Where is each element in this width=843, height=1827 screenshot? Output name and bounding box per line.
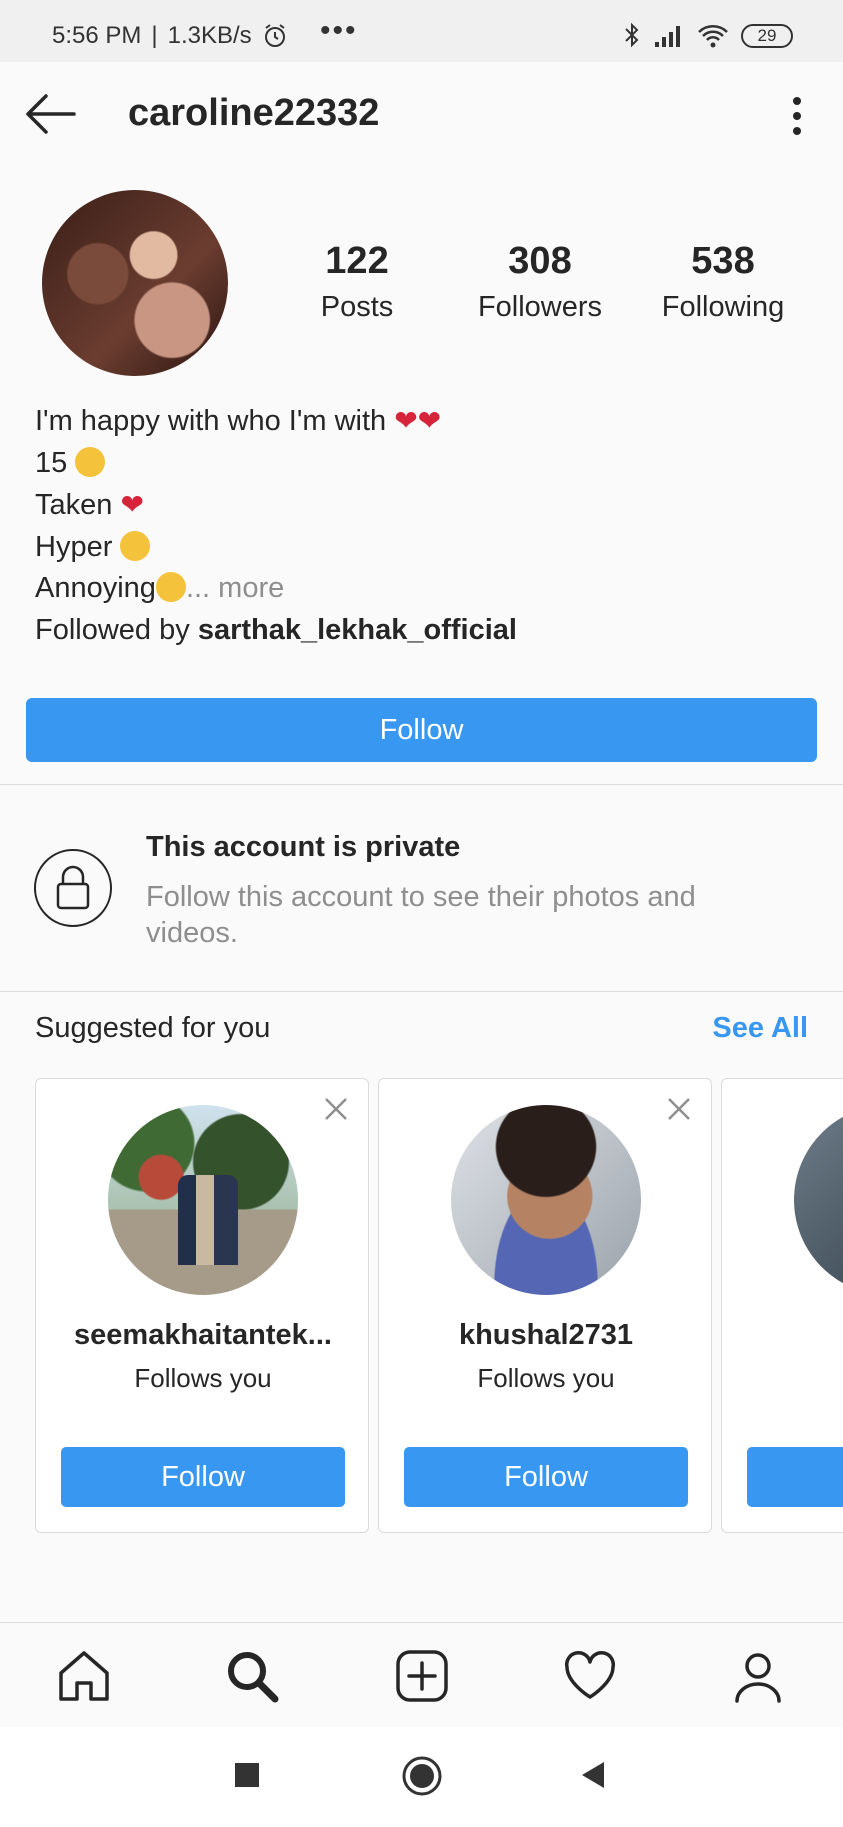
private-account-notice: This account is private Follow this acco… — [0, 785, 843, 991]
see-all-link[interactable]: See All — [712, 1012, 808, 1045]
alarm-icon — [264, 24, 285, 47]
bio-line-5: Annoying — [35, 572, 156, 604]
bio-line: Annoying ... more — [35, 568, 517, 610]
stat-following-label: Following — [661, 291, 785, 323]
profile-icon[interactable] — [729, 1647, 787, 1705]
profile-bio: I'm happy with who I'm with ❤❤ 15 Taken … — [35, 400, 517, 651]
profile-avatar[interactable] — [42, 190, 228, 376]
two-hearts-emoji-icon: ❤❤ — [394, 405, 442, 436]
profile-username: caroline22332 — [128, 92, 380, 134]
stat-posts-value: 122 — [325, 240, 389, 282]
dismiss-close-icon[interactable] — [322, 1095, 350, 1123]
profile-header: caroline22332 — [0, 62, 843, 166]
status-bar: 5:56 PM | 1.3KB/s ••• 29 — [0, 0, 843, 62]
bottom-navigation — [0, 1622, 843, 1726]
suggested-title: Suggested for you — [35, 1012, 271, 1044]
suggestion-card[interactable]: khushal2731 Follows you Follow — [378, 1078, 712, 1533]
suggestion-username[interactable]: seemakhaitantek... — [36, 1319, 368, 1352]
bio-line-4: Hyper — [35, 530, 113, 563]
dismiss-close-icon[interactable] — [665, 1095, 693, 1123]
stat-following-value: 538 — [691, 240, 755, 282]
bio-line: Hyper — [35, 527, 517, 569]
suggestion-card[interactable]: seemakhaitantek... Follows you Follow — [35, 1078, 369, 1533]
status-time: 5:56 PM — [52, 22, 142, 49]
suggestion-follow-button[interactable]: Follow — [61, 1447, 345, 1507]
stat-following[interactable]: 538 Following — [648, 240, 798, 324]
stat-followers-label: Followers — [477, 291, 603, 323]
bio-line-3: Taken — [35, 489, 113, 521]
suggestion-carousel[interactable]: seemakhaitantek... Follows you Follow kh… — [35, 1078, 843, 1533]
eye-roll-emoji-icon — [120, 530, 151, 561]
suggestion-card-partial[interactable]: riya Fo — [721, 1078, 843, 1533]
back-triangle-icon[interactable] — [578, 1760, 608, 1790]
bio-line-1: I'm happy with who I'm with — [35, 405, 387, 437]
status-left: 5:56 PM | 1.3KB/s — [52, 22, 288, 50]
recents-square-icon[interactable] — [232, 1760, 262, 1790]
bio-more-link[interactable]: ... more — [186, 572, 284, 604]
suggestion-follow-button[interactable]: Follow — [404, 1447, 688, 1507]
bio-line: Taken ❤ — [35, 484, 517, 527]
followed-by[interactable]: Followed by sarthak_lekhak_official — [35, 610, 517, 652]
followed-by-user[interactable]: sarthak_lekhak_official — [198, 614, 517, 646]
follow-button[interactable]: Follow — [26, 698, 817, 762]
search-icon[interactable] — [223, 1647, 281, 1705]
wifi-icon — [698, 25, 728, 48]
private-subtitle: Follow this account to see their photos … — [146, 881, 696, 949]
divider — [0, 991, 843, 992]
suggestion-avatar[interactable] — [794, 1105, 843, 1295]
system-navigation-bar — [0, 1727, 843, 1827]
stat-posts-label: Posts — [320, 291, 394, 323]
suggestion-username[interactable]: khushal2731 — [379, 1319, 711, 1352]
suggestion-follow-button[interactable] — [747, 1447, 843, 1507]
kiss-face-emoji-icon — [75, 446, 106, 477]
back-arrow-icon[interactable] — [22, 90, 78, 138]
suggestion-username[interactable]: riya — [722, 1319, 843, 1352]
lock-icon — [34, 849, 112, 927]
private-title: This account is private — [146, 831, 461, 863]
pleading-face-emoji-icon — [155, 572, 186, 602]
battery-indicator: 29 — [741, 24, 793, 48]
status-net-speed: 1.3KB/s — [167, 22, 252, 49]
home-icon[interactable] — [55, 1647, 113, 1705]
suggestion-subtitle: Fo — [722, 1363, 843, 1394]
heart-icon[interactable] — [561, 1647, 619, 1705]
suggestion-avatar[interactable] — [451, 1105, 641, 1295]
signal-icon — [655, 26, 680, 47]
status-separator: | — [151, 22, 158, 49]
bio-line: 15 — [35, 443, 517, 485]
stat-followers[interactable]: 308 Followers — [465, 240, 615, 324]
suggestion-subtitle: Follows you — [477, 1363, 615, 1393]
home-circle-icon[interactable] — [401, 1755, 443, 1797]
options-kebab-icon[interactable] — [791, 96, 803, 136]
status-right: 29 — [623, 22, 793, 50]
followed-by-prefix: Followed by — [35, 613, 190, 646]
bio-line: I'm happy with who I'm with ❤❤ — [35, 400, 517, 443]
suggestion-subtitle: Follows you — [134, 1363, 272, 1393]
status-more-dots: ••• — [320, 14, 358, 47]
bluetooth-icon — [625, 22, 639, 48]
add-post-icon[interactable] — [393, 1647, 451, 1705]
bio-line-2: 15 — [35, 446, 68, 479]
suggestion-avatar[interactable] — [108, 1105, 298, 1295]
stat-followers-value: 308 — [508, 240, 572, 282]
two-hearts-emoji-icon: ❤ — [120, 489, 144, 520]
stat-posts[interactable]: 122 Posts — [282, 240, 432, 324]
